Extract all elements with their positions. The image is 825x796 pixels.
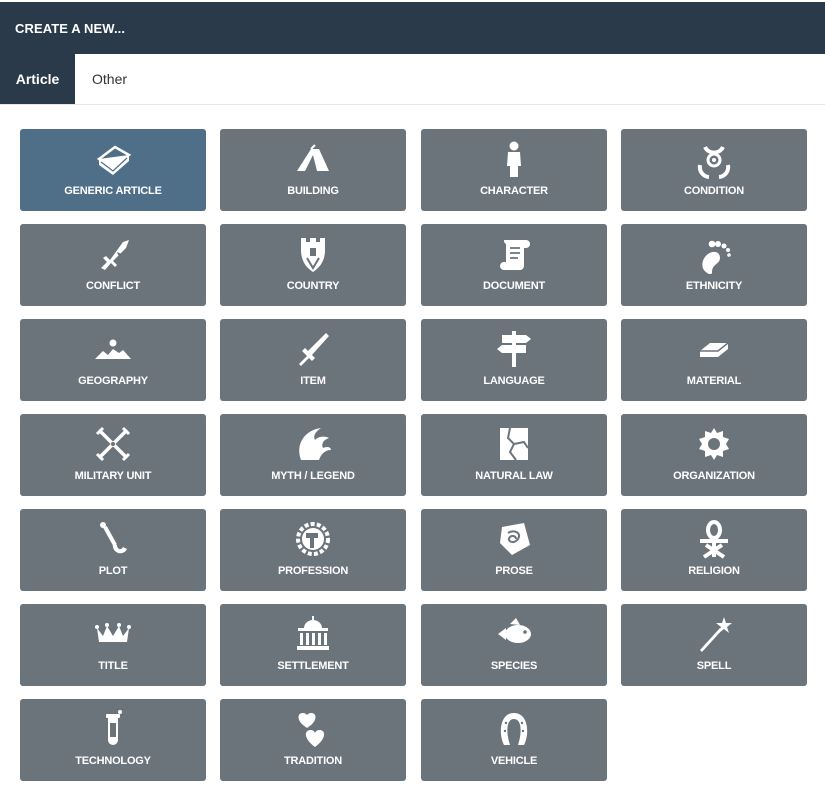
tile-tradition[interactable]: TRADITION: [220, 699, 406, 781]
tile-label: VEHICLE: [490, 755, 538, 767]
book-icon: [93, 139, 133, 179]
tile-label: ORGANIZATION: [673, 470, 755, 482]
cracked-stone-icon: [494, 424, 534, 464]
tile-label: MYTH / LEGEND: [271, 470, 355, 482]
magic-wand-icon: [694, 614, 734, 654]
tile-species[interactable]: SPECIES: [421, 604, 607, 686]
scroll-icon: [494, 234, 534, 274]
tile-label: ITEM: [300, 375, 326, 387]
tile-label: TECHNOLOGY: [75, 755, 151, 767]
hook-icon: [93, 519, 133, 559]
tile-label: PLOT: [98, 565, 128, 577]
ankh-icon: [694, 519, 734, 559]
signpost-icon: [494, 329, 534, 369]
tile-label: CHARACTER: [480, 185, 548, 197]
broken-sword-icon: [93, 234, 133, 274]
tile-prose[interactable]: PROSE: [421, 509, 607, 591]
person-icon: [494, 139, 534, 179]
tile-generic-article[interactable]: GENERIC ARTICLE: [20, 129, 206, 211]
fish-icon: [494, 614, 534, 654]
tab-other[interactable]: Other: [92, 54, 127, 104]
tile-label: GENERIC ARTICLE: [64, 185, 162, 197]
castle-shield-icon: [293, 234, 333, 274]
quill-scroll-icon: [494, 519, 534, 559]
landscape-icon: [93, 329, 133, 369]
tile-label: NATURAL LAW: [475, 470, 553, 482]
tent-icon: [293, 139, 333, 179]
tile-label: RELIGION: [688, 565, 740, 577]
tile-ethnicity[interactable]: ETHNICITY: [621, 224, 807, 306]
tile-label: PROSE: [495, 565, 533, 577]
crossed-swords-icon: [93, 424, 133, 464]
tile-label: SETTLEMENT: [277, 660, 349, 672]
tile-label: TRADITION: [283, 755, 343, 767]
tile-label: CONFLICT: [85, 280, 140, 292]
tile-organization[interactable]: ORGANIZATION: [621, 414, 807, 496]
tile-document[interactable]: DOCUMENT: [421, 224, 607, 306]
tile-label: CONDITION: [684, 185, 744, 197]
tile-label: MATERIAL: [686, 375, 742, 387]
type-tabs: Article Other: [0, 54, 825, 105]
tile-building[interactable]: BUILDING: [220, 129, 406, 211]
crown-icon: [93, 614, 133, 654]
sword-icon: [293, 329, 333, 369]
tile-condition[interactable]: CONDITION: [621, 129, 807, 211]
tile-character[interactable]: CHARACTER: [421, 129, 607, 211]
tile-label: SPECIES: [490, 660, 538, 672]
footprint-icon: [694, 234, 734, 274]
tile-label: ETHNICITY: [685, 280, 743, 292]
tile-country[interactable]: COUNTRY: [220, 224, 406, 306]
tile-label: BUILDING: [287, 185, 339, 197]
tile-label: TITLE: [98, 660, 128, 672]
tile-technology[interactable]: TECHNOLOGY: [20, 699, 206, 781]
hydra-icon: [293, 424, 333, 464]
tile-label: DOCUMENT: [483, 280, 545, 292]
tile-religion[interactable]: RELIGION: [621, 509, 807, 591]
tile-item[interactable]: ITEM: [220, 319, 406, 401]
tile-label: SPELL: [696, 660, 732, 672]
ingot-icon: [694, 329, 734, 369]
tile-label: LANGUAGE: [483, 375, 545, 387]
tile-military-unit[interactable]: MILITARY UNIT: [20, 414, 206, 496]
tile-profession[interactable]: PROFESSION: [220, 509, 406, 591]
test-tube-icon: [93, 709, 133, 749]
tile-label: MILITARY UNIT: [74, 470, 152, 482]
tile-conflict[interactable]: CONFLICT: [20, 224, 206, 306]
tile-label: GEOGRAPHY: [78, 375, 148, 387]
tile-title[interactable]: TITLE: [20, 604, 206, 686]
dialog-header: CREATE A NEW...: [0, 2, 825, 54]
tile-material[interactable]: MATERIAL: [621, 319, 807, 401]
capitol-icon: [293, 614, 333, 654]
dialog-title: CREATE A NEW...: [15, 20, 126, 36]
tile-vehicle[interactable]: VEHICLE: [421, 699, 607, 781]
tile-myth-legend[interactable]: MYTH / LEGEND: [220, 414, 406, 496]
hearts-icon: [293, 709, 333, 749]
tile-natural-law[interactable]: NATURAL LAW: [421, 414, 607, 496]
biohazard-icon: [694, 139, 734, 179]
tile-language[interactable]: LANGUAGE: [421, 319, 607, 401]
tile-settlement[interactable]: SETTLEMENT: [220, 604, 406, 686]
tile-label: PROFESSION: [277, 565, 349, 577]
tile-label: COUNTRY: [286, 280, 340, 292]
hammer-gear-icon: [293, 519, 333, 559]
tab-article[interactable]: Article: [0, 54, 75, 104]
tile-plot[interactable]: PLOT: [20, 509, 206, 591]
gear-icon: [694, 424, 734, 464]
tile-spell[interactable]: SPELL: [621, 604, 807, 686]
tile-geography[interactable]: GEOGRAPHY: [20, 319, 206, 401]
horseshoe-icon: [494, 709, 534, 749]
